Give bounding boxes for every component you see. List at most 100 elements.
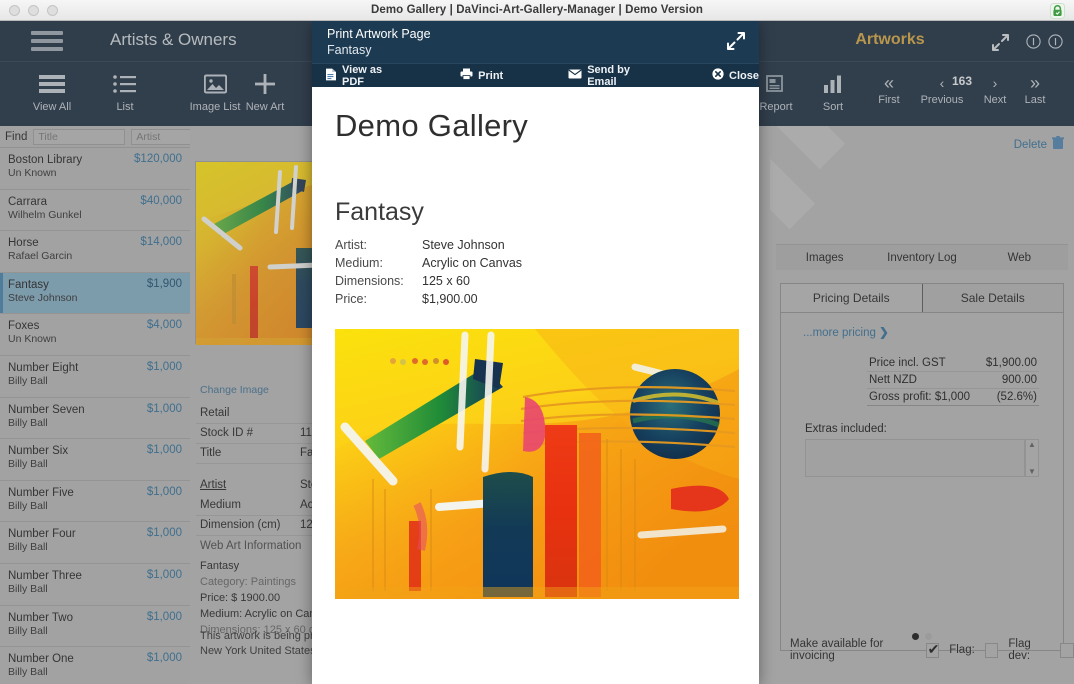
list-item[interactable]: Number Six Billy Ball $1,000 <box>0 439 190 481</box>
info-circle-icon[interactable] <box>1026 34 1041 54</box>
find-label: Find <box>5 130 28 143</box>
list-item[interactable]: Carrara Wilhelm Gunkel $40,000 <box>0 190 190 232</box>
list-item-price: $1,900 <box>146 277 182 290</box>
tab-web[interactable]: Web <box>971 245 1068 270</box>
meta-key: Dimensions: <box>335 274 404 288</box>
list-item-price: $1,000 <box>146 402 182 415</box>
nav-title-artworks: Artworks <box>855 31 925 48</box>
list-item-artist: Billy Ball <box>8 499 48 512</box>
list-item[interactable]: Number Three Billy Ball $1,000 <box>0 564 190 606</box>
list-item[interactable]: Number Four Billy Ball $1,000 <box>0 522 190 564</box>
artwork-image <box>335 329 739 599</box>
hamburger-icon[interactable] <box>31 29 63 53</box>
printer-icon <box>460 68 473 83</box>
meta-key: Price: <box>335 292 367 306</box>
toolbar-button-new-art[interactable]: New Art <box>227 70 303 113</box>
list-item-artist: Billy Ball <box>8 666 48 679</box>
green-lock-icon[interactable] <box>1049 2 1065 19</box>
delete-label: Delete <box>1013 138 1047 151</box>
toolbar-label: View All <box>32 101 72 113</box>
invoicing-options-row: Make available for invoicing Flag: Flag … <box>790 638 1074 662</box>
flag-dev-checkbox[interactable] <box>1060 642 1074 658</box>
view-as-pdf-button[interactable]: View as PDF <box>325 64 398 88</box>
print-artwork-dialog: Print Artwork Page Fantasy View as PDF P… <box>312 21 759 684</box>
detail-key-artist-link[interactable]: Artist <box>200 479 226 491</box>
more-pricing-link[interactable]: ...more pricing ❯ <box>803 325 889 339</box>
extras-included-textarea[interactable] <box>805 439 1025 477</box>
double-chevron-left-icon: « <box>883 73 894 93</box>
list-item-artist: Billy Ball <box>8 624 48 637</box>
pricing-panel: Delete Images Inventory Log Web Pricing … <box>770 126 1074 684</box>
invoicing-checkbox[interactable] <box>925 641 940 658</box>
list-item-price: $1,000 <box>146 527 182 540</box>
list-item-price: $1,000 <box>146 652 182 665</box>
pager-label: Previous <box>920 94 964 106</box>
artwork-list-panel: Find Boston LibraryUn Known$120,000Carra… <box>0 126 190 684</box>
chevron-up-icon[interactable]: ▲ <box>1026 440 1038 449</box>
toolbar-label: Sort <box>822 101 844 113</box>
artwork-list: Boston Library Un Known $120,000 Carrara Wil… <box>0 148 190 684</box>
list-item[interactable]: Number Seven Billy Ball $1,000 <box>0 398 190 440</box>
segment-sale-details[interactable]: Sale Details <box>922 284 1063 312</box>
dialog-title: Print Artwork Page <box>327 27 431 41</box>
pricing-value: (52.6%) <box>996 391 1037 403</box>
change-image-link[interactable]: Change Image <box>200 384 269 396</box>
find-artist-input[interactable] <box>131 128 190 145</box>
meta-row-medium: Medium: Acrylic on Canvas <box>335 254 736 272</box>
list-item[interactable]: Number Eight Billy Ball $1,000 <box>0 356 190 398</box>
list-item[interactable]: Horse Rafael Garcin $14,000 <box>0 231 190 273</box>
extras-scrollbar[interactable]: ▲ ▼ <box>1025 439 1039 477</box>
print-button[interactable]: Print <box>460 68 503 83</box>
flag-checkbox[interactable] <box>984 642 999 658</box>
info-circle-icon[interactable] <box>1048 34 1063 54</box>
list-item-price: $1,000 <box>146 485 182 498</box>
pricing-value: $1,900.00 <box>985 357 1037 369</box>
list-item[interactable]: Foxes Un Known $4,000 <box>0 314 190 356</box>
list-item-artist: Un Known <box>8 333 57 346</box>
list-item[interactable]: Fantasy Steve Johnson $1,900 <box>0 272 190 315</box>
bar-chart-icon <box>795 70 871 98</box>
more-pricing-label: ...more pricing <box>803 327 876 339</box>
list-item[interactable]: Number One Billy Ball $1,000 <box>0 647 190 684</box>
meta-key: Medium: <box>335 256 383 270</box>
tab-inventory-log[interactable]: Inventory Log <box>873 245 970 270</box>
list-item-artist: Billy Ball <box>8 416 48 429</box>
tab-images[interactable]: Images <box>776 245 873 270</box>
flag-label: Flag: <box>949 644 975 656</box>
pager-first-button[interactable]: « First <box>866 74 912 106</box>
chevron-down-icon[interactable]: ▼ <box>1026 467 1038 476</box>
expand-arrows-icon[interactable] <box>991 33 1010 57</box>
expand-arrows-icon[interactable] <box>726 31 746 56</box>
delete-button[interactable]: Delete <box>1014 136 1064 153</box>
detail-key: Stock ID # <box>200 427 254 439</box>
close-dialog-button[interactable]: Close <box>712 68 759 83</box>
bars-icon <box>14 70 90 98</box>
nav-title-artists-owners[interactable]: Artists & Owners <box>110 30 237 50</box>
pricing-value: 900.00 <box>1001 374 1037 386</box>
list-item-price: $40,000 <box>140 194 182 207</box>
pager-last-button[interactable]: » Last <box>1012 74 1058 106</box>
artwork-meta-list: Artist: Steve Johnson Medium: Acrylic on… <box>335 236 736 308</box>
detail-key: Title <box>200 447 222 459</box>
toolbar-button-list[interactable]: List <box>87 70 163 113</box>
list-item-price: $1,000 <box>146 360 182 373</box>
list-item[interactable]: Boston Library Un Known $120,000 <box>0 148 190 190</box>
artwork-thumbnail[interactable] <box>195 161 321 345</box>
pricing-row: Price incl. GST $1,900.00 <box>867 355 1039 372</box>
find-title-input[interactable] <box>33 128 126 145</box>
list-item-price: $4,000 <box>146 319 182 332</box>
list-item-price: $14,000 <box>140 236 182 249</box>
close-circle-icon <box>712 68 724 83</box>
list-icon <box>87 70 163 98</box>
dialog-subtitle: Fantasy <box>327 43 372 57</box>
list-item[interactable]: Number Two Billy Ball $1,000 <box>0 606 190 648</box>
pricing-label: Nett NZD <box>869 374 917 386</box>
trash-icon <box>1052 136 1064 153</box>
segment-pricing-details[interactable]: Pricing Details <box>781 284 923 312</box>
meta-row-dimensions: Dimensions: 125 x 60 <box>335 272 736 290</box>
pricing-label: Gross profit: $1,000 <box>869 391 970 403</box>
send-by-email-button[interactable]: Send by Email <box>568 64 652 88</box>
list-item[interactable]: Number Five Billy Ball $1,000 <box>0 481 190 523</box>
toolbar-button-view-all[interactable]: View All <box>14 70 90 113</box>
toolbar-button-sort[interactable]: Sort <box>795 70 871 113</box>
